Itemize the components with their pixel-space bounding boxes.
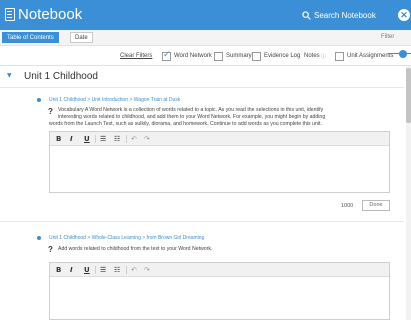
underline-button[interactable]: U (84, 134, 90, 144)
scrollbar-thumb[interactable] (406, 68, 411, 123)
filter-label: Notes (304, 53, 320, 59)
toolbar-divider (126, 135, 127, 143)
entry-bullet (37, 236, 41, 240)
character-count: 1000 (341, 203, 354, 209)
undo-icon[interactable]: ↶ (131, 134, 137, 144)
rich-text-editor[interactable]: B I U ☰ ☷ ↶ ↷ (49, 262, 390, 320)
entry-divider (0, 221, 404, 222)
filter-notes[interactable]: Notes ⓘ (304, 50, 326, 62)
close-icon[interactable]: ✕ (398, 9, 410, 21)
redo-icon[interactable]: ↷ (144, 265, 150, 275)
unit-title: Unit 1 Childhood (24, 71, 98, 82)
unit-section-header[interactable]: ▼ Unit 1 Childhood (0, 66, 404, 88)
redo-icon[interactable]: ↷ (144, 134, 150, 144)
checkbox[interactable] (214, 51, 223, 61)
clear-filters-link[interactable]: Clear Filters (120, 53, 152, 59)
undo-icon[interactable]: ↶ (131, 265, 137, 275)
italic-button[interactable]: I (70, 134, 73, 144)
entry-breadcrumb[interactable]: Unit 1 Childhood > Unit Introduction > W… (49, 97, 180, 103)
numbered-list-icon[interactable]: ☷ (114, 134, 120, 144)
filter-label: Evidence Log (264, 53, 301, 59)
bold-button[interactable]: B (56, 134, 61, 144)
filter-label: Summary (226, 53, 252, 59)
app-title: Notebook (18, 6, 83, 23)
search-notebook-button[interactable]: Search Notebook (302, 7, 390, 23)
editor-toolbar: B I U ☰ ☷ ↶ ↷ (50, 132, 389, 146)
prompt-line: interesting words related to childhood, … (58, 114, 326, 120)
bold-button[interactable]: B (56, 265, 61, 275)
notebook-icon (5, 8, 15, 21)
filter-bar: Clear Filters Word Network Summary Evide… (0, 46, 411, 66)
filter-label: Unit Assignments (347, 53, 394, 59)
done-button[interactable]: Done (362, 200, 390, 211)
entry-breadcrumb[interactable]: Unit 1 Childhood > Whole-Class Learning … (49, 235, 204, 241)
filter-link[interactable]: Filter (381, 34, 394, 40)
hotspot-dot[interactable] (399, 50, 407, 58)
filter-label: Word Network (174, 53, 212, 59)
checkbox[interactable] (162, 50, 171, 61)
app-header: Notebook Search Notebook ✕ (0, 0, 411, 30)
italic-button[interactable]: I (70, 265, 73, 275)
toolbar-divider (95, 135, 96, 143)
prompt-line: Add words related to childhood from the … (58, 246, 213, 252)
toolbar-divider (126, 266, 127, 274)
filter-word-network[interactable]: Word Network (162, 50, 212, 62)
bulleted-list-icon[interactable]: ☰ (100, 265, 106, 275)
rich-text-editor[interactable]: B I U ☰ ☷ ↶ ↷ (49, 131, 390, 193)
editor-toolbar: B I U ☰ ☷ ↶ ↷ (50, 263, 389, 277)
entry-bullet (37, 98, 41, 102)
checkbox[interactable] (335, 51, 344, 61)
checkbox[interactable] (252, 51, 261, 61)
view-tabs-bar: Table of Contents Date Filter (0, 30, 411, 46)
tab-table-of-contents[interactable]: Table of Contents (2, 32, 59, 43)
tab-date[interactable]: Date (70, 32, 93, 43)
filter-evidence-log[interactable]: Evidence Log (252, 50, 300, 62)
question-icon: ? (48, 107, 53, 116)
toolbar-divider (95, 266, 96, 274)
question-icon: ? (48, 245, 53, 254)
numbered-list-icon[interactable]: ☷ (114, 265, 120, 275)
prompt-line: Vocabulary A Word Network is a collectio… (58, 107, 324, 113)
search-icon (302, 10, 311, 20)
chevron-down-icon[interactable]: ▼ (7, 72, 12, 79)
search-label: Search Notebook (314, 10, 376, 20)
info-icon[interactable]: ⓘ (321, 53, 326, 60)
prompt-line: words from the Launch Text, such as sulk… (49, 121, 322, 127)
filter-summary[interactable]: Summary (214, 50, 252, 62)
filter-unit-assignments[interactable]: Unit Assignments (335, 50, 393, 62)
bulleted-list-icon[interactable]: ☰ (100, 134, 106, 144)
underline-button[interactable]: U (84, 265, 90, 275)
